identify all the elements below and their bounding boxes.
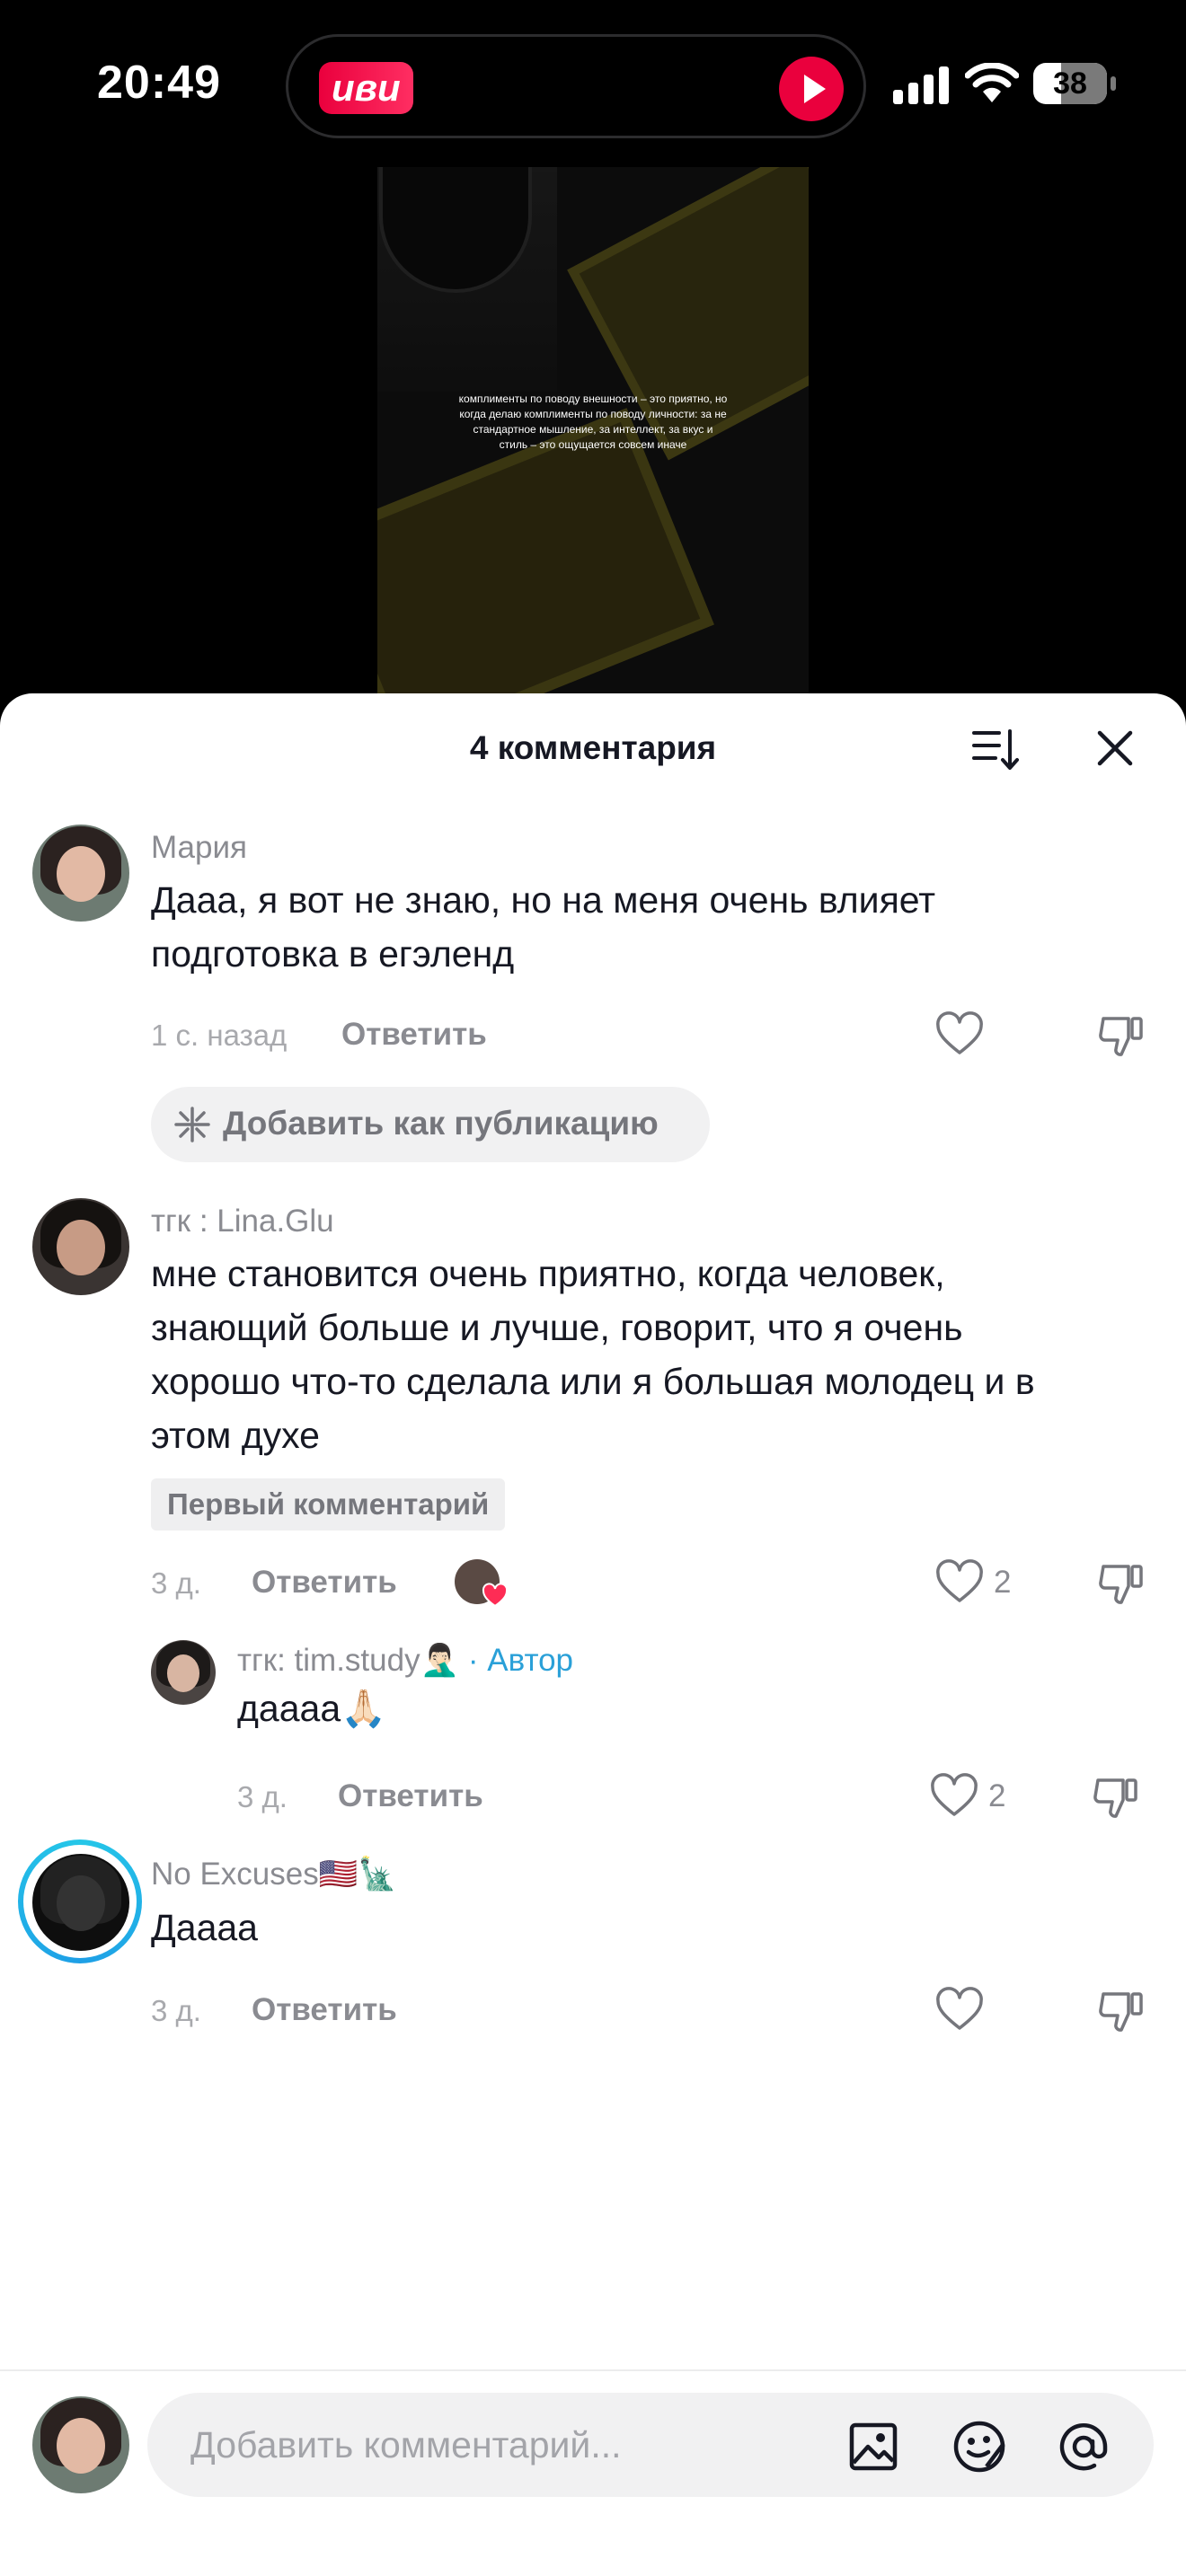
status-bar: 20:49 иви 38 xyxy=(0,0,1186,171)
comment-text: даааа🙏🏻 xyxy=(237,1688,387,1729)
video-caption: комплименты по поводу внешности – это пр… xyxy=(458,393,728,451)
comment-author[interactable]: тгк: tim.study🤦🏻‍♂️ · Автор xyxy=(237,1642,573,1679)
avatar[interactable] xyxy=(32,825,129,922)
comment-time: 1 с. назад xyxy=(151,1019,288,1052)
cellular-signal-icon xyxy=(893,65,949,104)
dislike-icon[interactable] xyxy=(1096,1985,1146,2035)
reply-button[interactable]: Ответить xyxy=(252,1992,397,2028)
dislike-icon[interactable] xyxy=(1096,1010,1146,1060)
first-comment-tag: Первый комментарий xyxy=(151,1478,506,1531)
comment-input[interactable] xyxy=(190,2418,837,2472)
comment-time: 3 д. xyxy=(151,1566,201,1600)
wifi-icon xyxy=(965,63,1019,102)
dislike-icon[interactable] xyxy=(1096,1557,1146,1608)
reply-button[interactable]: Ответить xyxy=(338,1778,483,1814)
heart-icon[interactable] xyxy=(934,1010,985,1060)
status-time: 20:49 xyxy=(97,57,221,109)
sort-icon[interactable] xyxy=(969,722,1022,776)
comment-text-line: знающий больше и лучше, говорит, что я о… xyxy=(151,1307,963,1348)
comment-text-line: мне становится очень приятно, когда чело… xyxy=(151,1253,945,1294)
video-preview[interactable]: комплименты по поводу внешности – это пр… xyxy=(377,167,809,706)
comment-time: 3 д. xyxy=(151,1994,201,2027)
sparkle-icon xyxy=(174,1107,210,1142)
comment-author[interactable]: No Excuses🇺🇸🗽 xyxy=(151,1856,397,1892)
comment-text: Даааа xyxy=(151,1907,258,1948)
like-count: 2 xyxy=(994,1565,1012,1600)
add-as-post-label: Добавить как публикацию xyxy=(223,1105,659,1142)
battery-icon: 38 xyxy=(1033,63,1116,104)
ivi-logo: иви xyxy=(319,62,413,114)
add-as-post-button[interactable]: Добавить как публикацию xyxy=(151,1087,710,1162)
heart-icon[interactable] xyxy=(934,1985,985,2035)
comment-input-bar xyxy=(147,2393,1154,2497)
heart-icon xyxy=(482,1583,509,1608)
avatar[interactable] xyxy=(32,1854,129,1951)
my-avatar xyxy=(32,2396,129,2493)
reply-button[interactable]: Ответить xyxy=(341,1017,487,1053)
avatar[interactable] xyxy=(32,1198,129,1295)
reply-button[interactable]: Ответить xyxy=(252,1565,397,1601)
comment-text-line: подготовка в егэленд xyxy=(151,933,515,975)
at-icon[interactable] xyxy=(1055,2418,1112,2475)
dynamic-island[interactable]: иви xyxy=(286,34,866,138)
divider xyxy=(0,2369,1186,2371)
heart-icon[interactable] xyxy=(929,1771,979,1822)
close-icon[interactable] xyxy=(1093,726,1137,771)
reply-author-name[interactable]: тгк: tim.study🤦🏻‍♂️ xyxy=(237,1643,459,1678)
comment-text-line: хорошо что-то сделала или я большая моло… xyxy=(151,1361,1035,1402)
comments-sheet: 4 комментария Мария Дааа, я вот не знаю,… xyxy=(0,693,1186,2576)
comment-text-line: Дааа, я вот не знаю, но на меня очень вл… xyxy=(151,879,935,921)
emoji-icon[interactable] xyxy=(951,2418,1008,2475)
like-count: 2 xyxy=(988,1778,1006,1813)
comment-time: 3 д. xyxy=(237,1780,288,1813)
author-badge: · Автор xyxy=(467,1643,574,1678)
image-icon[interactable] xyxy=(845,2418,902,2475)
comment-author[interactable]: тгк : Lina.Glu xyxy=(151,1204,334,1239)
dislike-icon[interactable] xyxy=(1091,1771,1141,1822)
comment-author[interactable]: Мария xyxy=(151,830,247,866)
comment-text-line: этом духе xyxy=(151,1415,320,1456)
heart-icon[interactable] xyxy=(934,1557,985,1608)
play-icon[interactable] xyxy=(779,57,844,121)
avatar[interactable] xyxy=(151,1640,216,1705)
battery-level: 38 xyxy=(1053,66,1087,101)
